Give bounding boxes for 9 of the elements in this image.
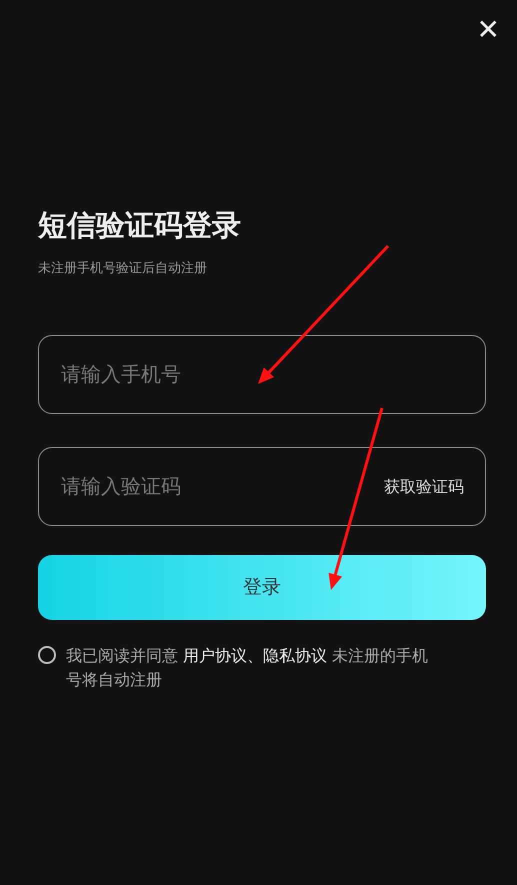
close-button[interactable]: ✕ [476,16,500,44]
subtitle: 未注册手机号验证后自动注册 [38,260,208,278]
agreement-checkbox[interactable] [38,646,56,664]
phone-field[interactable]: 请输入手机号 [38,334,486,414]
agreement-link[interactable]: 用户协议、隐私协议 [183,646,328,664]
login-button[interactable]: 登录 [38,554,486,620]
agreement-text: 我已阅读并同意 用户协议、隐私协议 未注册的手机号将自动注册 [66,644,430,690]
page-title: 短信验证码登录 [38,207,242,244]
get-code-button[interactable]: 获取验证码 [384,474,464,498]
